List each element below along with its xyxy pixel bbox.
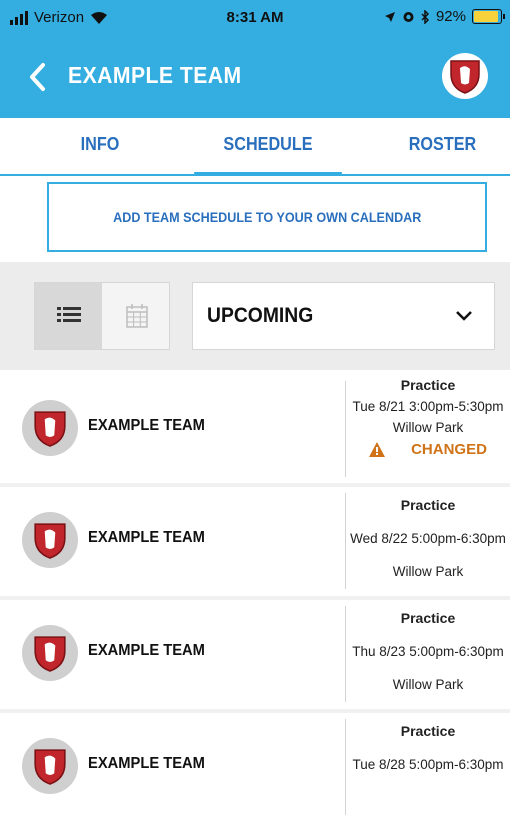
chevron-left-icon	[30, 63, 45, 91]
status-icons: 92%	[384, 8, 505, 25]
add-calendar-label: ADD TEAM SCHEDULE TO YOUR OWN CALENDAR	[112, 209, 422, 225]
event-datetime: Tue 8/28 5:00pm-6:30pm	[352, 757, 504, 772]
filter-bar: UPCOMING	[0, 262, 510, 370]
tab-schedule[interactable]: SCHEDULE	[194, 118, 342, 176]
back-button[interactable]	[28, 54, 46, 102]
team-crest-icon	[34, 636, 66, 672]
list-view-button[interactable]	[35, 283, 102, 349]
team-crest-icon	[34, 523, 66, 559]
schedule-item[interactable]: EXAMPLE TEAM Practice Wed 8/22 5:00pm-6:…	[0, 483, 510, 595]
team-crest-icon	[34, 411, 66, 447]
event-details: Practice Wed 8/22 5:00pm-6:30pm Willow P…	[346, 497, 510, 579]
schedule-item[interactable]: EXAMPLE TEAM Practice Tue 8/21 3:00pm-5:…	[0, 375, 510, 483]
schedule-item[interactable]: EXAMPLE TEAM Practice Thu 8/23 5:00pm-6:…	[0, 596, 510, 708]
tab-bar: INFO SCHEDULE ROSTER	[0, 118, 510, 176]
event-type: Practice	[400, 723, 456, 739]
team-crest-button[interactable]	[442, 53, 488, 99]
event-details: Practice Tue 8/28 5:00pm-6:30pm	[346, 723, 510, 772]
alarm-icon	[403, 12, 414, 22]
event-datetime: Thu 8/23 5:00pm-6:30pm	[352, 644, 504, 659]
battery-icon	[472, 9, 505, 24]
event-type: Practice	[400, 377, 456, 393]
list-icon	[56, 307, 81, 322]
event-status: CHANGED	[346, 441, 510, 458]
team-avatar	[22, 512, 78, 568]
chevron-down-icon	[456, 311, 472, 321]
row-separator	[0, 709, 510, 713]
calendar-icon	[125, 304, 148, 328]
row-separator	[0, 483, 510, 487]
event-location: Willow Park	[392, 420, 464, 435]
battery-fill	[474, 11, 498, 22]
event-location: Willow Park	[392, 564, 464, 579]
event-datetime: Wed 8/22 5:00pm-6:30pm	[350, 531, 506, 546]
team-avatar	[22, 738, 78, 794]
tab-roster[interactable]: ROSTER	[350, 118, 510, 174]
page-title: EXAMPLE TEAM	[68, 62, 242, 88]
row-separator	[0, 596, 510, 600]
team-name: EXAMPLE TEAM	[88, 529, 205, 546]
team-name: EXAMPLE TEAM	[88, 417, 205, 434]
event-details: Practice Thu 8/23 5:00pm-6:30pm Willow P…	[346, 610, 510, 692]
schedule-item[interactable]: EXAMPLE TEAM Practice Tue 8/28 5:00pm-6:…	[0, 709, 510, 821]
event-type: Practice	[400, 610, 456, 626]
team-crest-icon	[34, 749, 66, 785]
battery-percent: 92%	[435, 8, 466, 25]
event-location: Willow Park	[392, 677, 464, 692]
team-avatar	[22, 625, 78, 681]
calendar-view-button[interactable]	[103, 283, 170, 349]
warning-icon	[369, 442, 386, 457]
nav-bar: EXAMPLE TEAM	[0, 36, 510, 118]
event-datetime: Tue 8/21 3:00pm-5:30pm	[352, 399, 504, 414]
add-schedule-to-calendar-button[interactable]: ADD TEAM SCHEDULE TO YOUR OWN CALENDAR	[47, 182, 487, 252]
event-type: Practice	[400, 497, 456, 513]
team-name: EXAMPLE TEAM	[88, 642, 205, 659]
team-crest-icon	[450, 60, 480, 94]
schedule-filter-select[interactable]: UPCOMING	[192, 282, 495, 350]
event-details: Practice Tue 8/21 3:00pm-5:30pm Willow P…	[346, 377, 510, 458]
tab-info[interactable]: INFO	[10, 118, 190, 174]
bluetooth-icon	[421, 9, 430, 24]
status-bar: Verizon 8:31 AM 92%	[0, 0, 510, 36]
location-arrow-icon	[384, 11, 395, 22]
schedule-filter-value: UPCOMING	[207, 304, 314, 327]
team-avatar	[22, 400, 78, 456]
changed-label: CHANGED	[411, 441, 487, 458]
view-toggle	[34, 282, 170, 350]
team-name: EXAMPLE TEAM	[88, 755, 205, 772]
